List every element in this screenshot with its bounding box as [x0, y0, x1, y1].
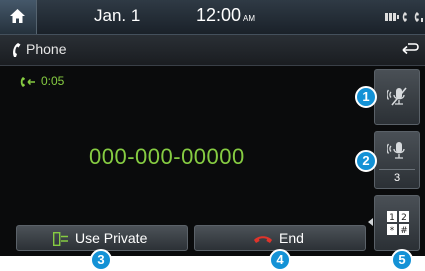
svg-text:*: * — [390, 226, 395, 235]
callout-badge-5: 5 — [391, 249, 413, 271]
end-call-button[interactable]: End — [194, 225, 366, 251]
bluetooth-call-icon — [402, 12, 407, 22]
callout-badge-1: 1 — [355, 86, 377, 108]
home-button[interactable] — [0, 0, 37, 34]
page-title: Phone — [26, 41, 67, 57]
microphone-mute-icon — [387, 87, 407, 106]
use-private-button[interactable]: Use Private — [16, 225, 188, 251]
use-private-label: Use Private — [75, 230, 148, 246]
home-icon — [10, 9, 25, 23]
svg-text:#: # — [400, 226, 408, 235]
phone-call-screen: Jan. 1 12:00 AM Phone 0:05 000-000-00000… — [0, 0, 425, 256]
callout-badge-3: 3 — [90, 249, 112, 271]
status-time: 12:00 AM — [196, 5, 256, 25]
battery-icon — [385, 13, 399, 21]
callout-badge-2: 2 — [355, 150, 377, 172]
status-bar: Jan. 1 12:00 AM — [0, 0, 425, 35]
end-call-label: End — [279, 230, 304, 246]
callout-badge-4: 4 — [269, 249, 291, 271]
active-call-icon — [20, 77, 35, 87]
volume-divider — [379, 169, 415, 170]
mute-microphone-button[interactable] — [374, 69, 420, 125]
mic-volume-button[interactable]: 3 — [374, 131, 420, 189]
keypad-expand-arrow-icon — [368, 218, 373, 226]
call-duration: 0:05 — [41, 74, 65, 88]
dial-pad-icon: 1 2 * # — [387, 211, 409, 235]
status-icons — [385, 12, 423, 22]
status-date: Jan. 1 — [94, 6, 141, 25]
phone-number: 000-000-00000 — [89, 144, 245, 169]
microphone-volume-icon — [387, 142, 405, 159]
svg-text:1: 1 — [389, 213, 395, 223]
use-private-icon — [53, 232, 68, 246]
svg-text:2: 2 — [401, 213, 407, 223]
keypad-button[interactable]: 1 2 * # — [374, 195, 420, 251]
status-ampm: AM — [243, 14, 256, 23]
back-button[interactable] — [398, 40, 420, 60]
end-call-icon — [254, 236, 272, 243]
phone-icon — [13, 43, 21, 57]
mic-volume-level: 3 — [393, 172, 401, 184]
signal-icon — [414, 12, 423, 22]
title-bar: Phone — [0, 35, 425, 66]
